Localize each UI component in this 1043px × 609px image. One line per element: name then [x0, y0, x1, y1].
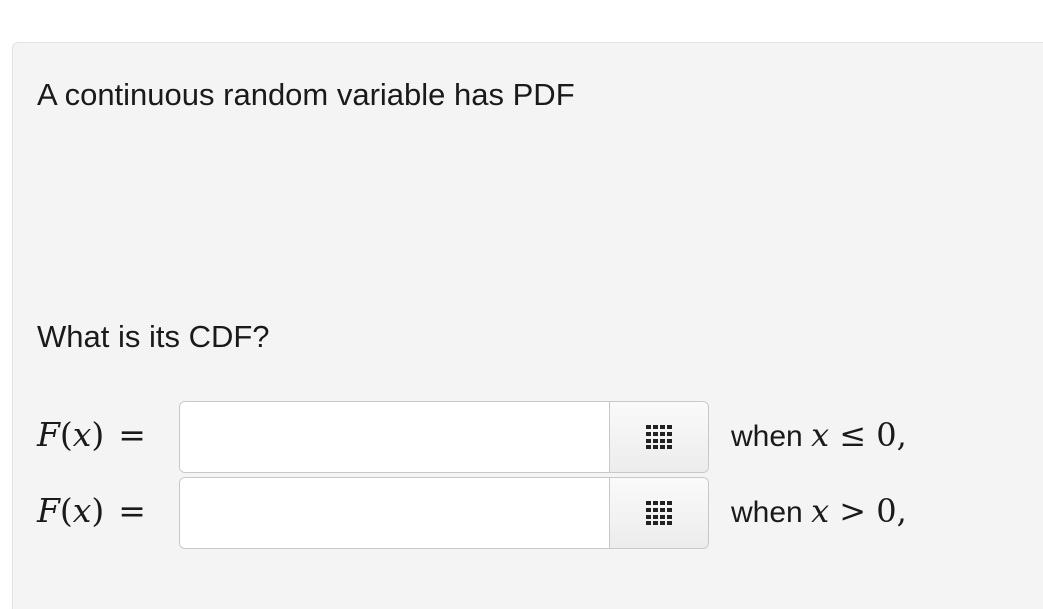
condition-value: 0,: [876, 492, 907, 530]
function-variable: x: [72, 491, 92, 530]
condition-prefix: when: [731, 496, 803, 529]
condition-1: when x ≤ 0,: [731, 415, 907, 457]
condition-prefix: when: [731, 420, 803, 453]
condition-relation: >: [839, 492, 867, 530]
answer-row-2: F(x) = when x > 0,: [37, 477, 1037, 549]
grid-icon: [646, 501, 672, 525]
function-name: F: [37, 415, 60, 454]
question-subprompt: What is its CDF?: [37, 319, 270, 354]
answer-input-1[interactable]: [180, 402, 609, 472]
condition-relation: ≤: [839, 416, 867, 454]
question-prompt: A continuous random variable has PDF: [37, 77, 575, 112]
condition-value: 0,: [876, 416, 907, 454]
question-panel: A continuous random variable has PDF Wha…: [12, 42, 1043, 609]
cdf-lhs-2: F(x) =: [37, 491, 146, 530]
cdf-lhs-1: F(x) =: [37, 415, 146, 454]
condition-variable: x: [811, 492, 830, 530]
math-palette-button-1[interactable]: [609, 402, 708, 472]
answer-box-2: [179, 477, 709, 549]
answer-input-2[interactable]: [180, 478, 609, 548]
grid-icon: [646, 425, 672, 449]
function-variable: x: [72, 415, 92, 454]
function-name: F: [37, 491, 60, 530]
answer-row-1: F(x) = when x ≤ 0,: [37, 401, 1037, 473]
condition-2: when x > 0,: [731, 491, 907, 533]
answer-box-1: [179, 401, 709, 473]
math-palette-button-2[interactable]: [609, 478, 708, 548]
condition-variable: x: [811, 416, 830, 454]
